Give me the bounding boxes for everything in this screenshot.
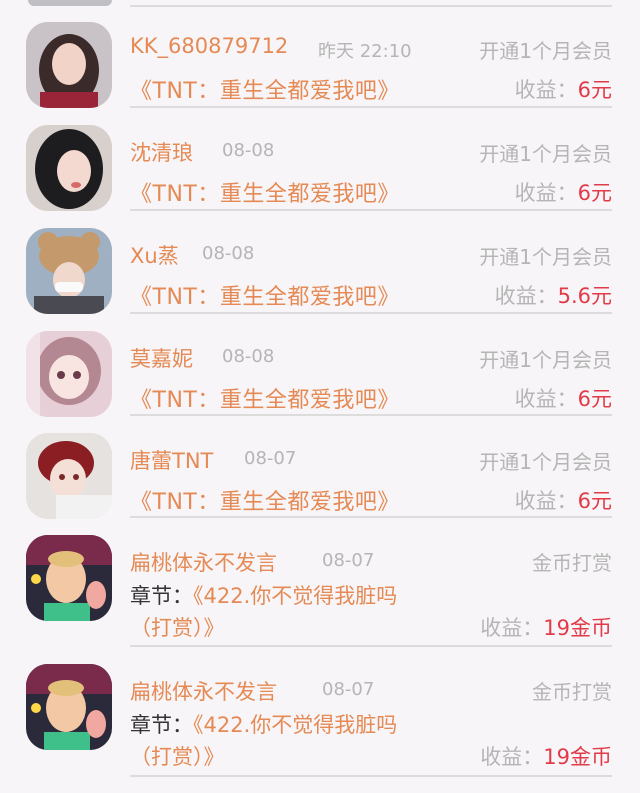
record-type: 金币打赏 [532,551,612,575]
avatar[interactable] [28,0,112,6]
record-type: 开通1个月会员 [479,245,612,269]
record-date: 08-07 [322,679,375,700]
divider [130,645,612,647]
book-title[interactable]: 《TNT：重生全都爱我吧》 [130,73,400,105]
earnings: 收益：5.6元 [495,280,612,310]
chapter-title-continued[interactable]: （打赏）》 [130,741,225,771]
earnings-label: 收益： [480,745,544,769]
earnings-label: 收益： [514,489,578,513]
earnings-value: 6元 [577,78,612,102]
earnings: 收益：6元 [515,485,612,515]
record-date: 08-07 [244,448,297,469]
avatar[interactable] [26,535,112,621]
user-name[interactable]: 沈清琅 [130,137,193,167]
avatar[interactable] [26,433,112,519]
earnings-label: 收益： [514,78,578,102]
divider [130,414,612,416]
earnings: 收益：19金币 [480,612,612,642]
user-name[interactable]: 扁桃体永不发言 [130,676,277,706]
avatar[interactable] [26,664,112,750]
book-title[interactable]: 《TNT：重生全都爱我吧》 [130,176,400,208]
chapter-title[interactable]: 《422.你不觉得我脏吗 [193,584,397,608]
earnings-value: 6元 [577,489,612,513]
user-name[interactable]: Xu蒸 [130,240,179,270]
record-type: 开通1个月会员 [479,348,612,372]
earnings-label: 收益： [494,284,558,308]
divider [130,775,612,777]
earnings-label: 收益： [514,387,578,411]
record-date: 昨天 22:10 [318,41,412,62]
record-date: 08-07 [322,550,375,571]
earnings-label: 收益： [480,616,544,640]
earnings: 收益：6元 [515,177,612,207]
divider [130,209,612,211]
chapter-label: 章节： [130,584,193,608]
user-name[interactable]: 莫嘉妮 [130,343,193,373]
book-title[interactable]: 《TNT：重生全都爱我吧》 [130,382,400,414]
earnings-value: 6元 [577,181,612,205]
earnings-value: 19金币 [543,616,612,640]
earnings: 收益：19金币 [480,741,612,771]
record-date: 08-08 [202,243,255,264]
earnings-value: 6元 [577,387,612,411]
earnings: 收益：6元 [515,74,612,104]
user-name[interactable]: 唐蕾TNT [130,445,213,475]
divider [130,312,612,314]
divider [130,5,612,7]
user-name[interactable]: 扁桃体永不发言 [130,547,277,577]
chapter-label: 章节： [130,713,193,737]
chapter-title[interactable]: 《422.你不觉得我脏吗 [193,713,397,737]
record-type: 金币打赏 [532,680,612,704]
book-title[interactable]: 《TNT：重生全都爱我吧》 [130,279,400,311]
chapter-title-continued[interactable]: （打赏）》 [130,612,225,642]
chapter-line[interactable]: 章节：《422.你不觉得我脏吗 [130,580,397,610]
earnings-value: 5.6元 [557,284,612,308]
book-title[interactable]: 《TNT：重生全都爱我吧》 [130,484,400,516]
record-type: 开通1个月会员 [479,39,612,63]
earnings: 收益：6元 [515,383,612,413]
record-type: 开通1个月会员 [479,450,612,474]
divider [130,106,612,108]
avatar[interactable] [26,228,112,314]
earnings-label: 收益： [514,181,578,205]
record-type: 开通1个月会员 [479,142,612,166]
divider [130,516,612,518]
earnings-value: 19金币 [543,745,612,769]
avatar[interactable] [26,331,112,417]
avatar[interactable] [26,125,112,211]
avatar[interactable] [26,22,112,108]
chapter-line[interactable]: 章节：《422.你不觉得我脏吗 [130,709,397,739]
record-date: 08-08 [222,140,275,161]
user-name[interactable]: KK_680879712 [130,34,288,58]
record-date: 08-08 [222,346,275,367]
